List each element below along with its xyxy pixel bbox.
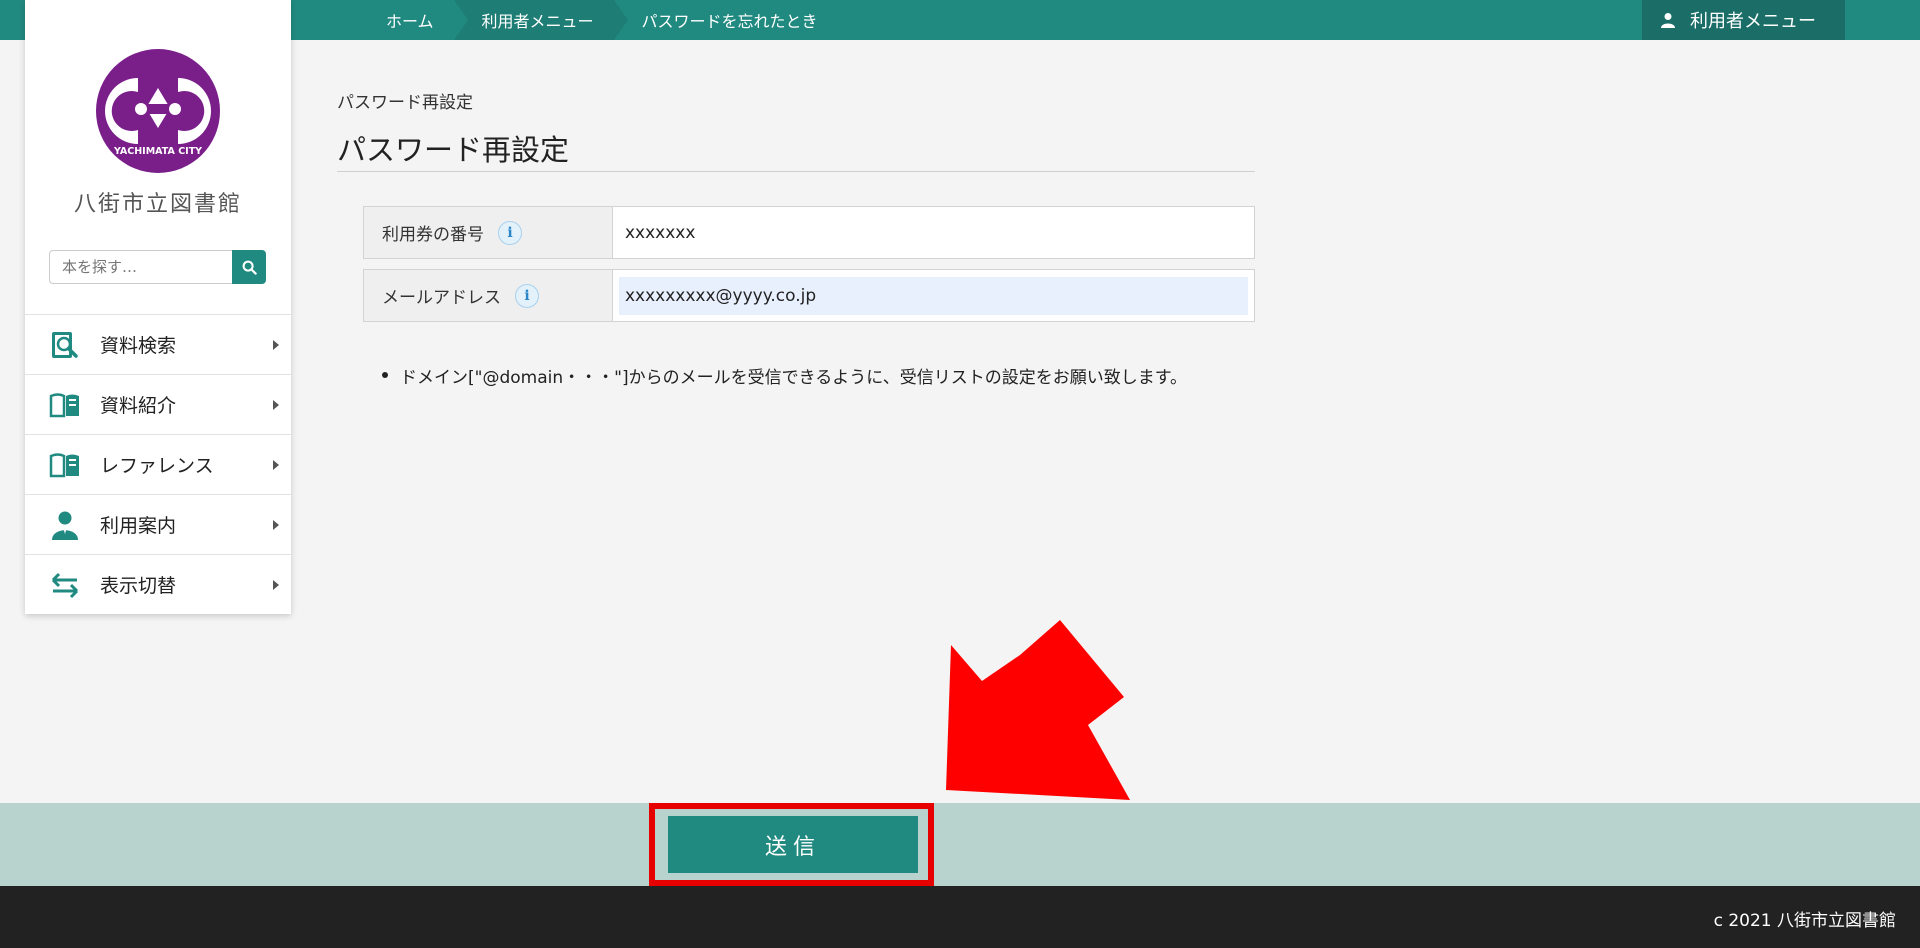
search-input[interactable] bbox=[49, 250, 232, 284]
open-book-icon bbox=[49, 393, 79, 418]
caret-right-icon bbox=[273, 579, 279, 590]
swap-arrows-icon bbox=[51, 572, 79, 599]
search-box bbox=[49, 250, 266, 284]
breadcrumb-current: パスワードを忘れたとき bbox=[641, 12, 818, 31]
library-name: 八街市立図書館 bbox=[73, 192, 242, 217]
logo-text: YACHIMATA CITY bbox=[113, 146, 202, 157]
person-icon bbox=[52, 511, 78, 540]
sidebar-item-reference[interactable]: レファレンス bbox=[25, 434, 291, 494]
sidebar-item-label: レファレンス bbox=[100, 455, 214, 477]
sidebar: YACHIMATA CITY 八街市立図書館 資料検索 bbox=[25, 0, 291, 614]
sidebar-item-material-search[interactable]: 資料検索 bbox=[25, 314, 291, 374]
title-divider bbox=[337, 171, 1255, 172]
info-icon[interactable]: i bbox=[515, 283, 539, 308]
sidebar-item-label: 利用案内 bbox=[100, 515, 177, 537]
breadcrumb-user-menu-label: 利用者メニュー bbox=[481, 12, 594, 31]
footer: c 2021 八街市立図書館 bbox=[0, 886, 1920, 948]
user-icon bbox=[1661, 13, 1675, 28]
search-icon bbox=[242, 260, 257, 275]
sidebar-item-label: 表示切替 bbox=[100, 575, 177, 597]
sidebar-item-guide[interactable]: 利用案内 bbox=[25, 494, 291, 554]
user-menu-button[interactable]: 利用者メニュー bbox=[1642, 0, 1845, 40]
breadcrumb-home[interactable]: ホーム bbox=[290, 0, 454, 40]
email-value-cell bbox=[613, 270, 1254, 321]
breadcrumb: ホーム 利用者メニュー パスワードを忘れたとき bbox=[290, 0, 838, 40]
book-search-icon bbox=[52, 332, 78, 358]
caret-right-icon bbox=[273, 399, 279, 410]
search-button[interactable] bbox=[232, 250, 266, 284]
caret-right-icon bbox=[273, 459, 279, 470]
copyright: c 2021 八街市立図書館 bbox=[1713, 911, 1896, 931]
breadcrumb-home-label: ホーム bbox=[386, 12, 434, 31]
card-number-label-text: 利用券の番号 bbox=[382, 225, 484, 245]
card-number-label: 利用券の番号 i bbox=[364, 207, 613, 258]
card-number-input[interactable] bbox=[619, 213, 1248, 252]
page-subtitle: パスワード再設定 bbox=[337, 93, 473, 113]
card-number-value-cell bbox=[613, 207, 1254, 258]
sidebar-nav: 資料検索 資料紹介 レファレンス 利用案内 表示切替 bbox=[25, 314, 291, 614]
pointer-arrow-icon bbox=[946, 620, 1130, 800]
card-number-row: 利用券の番号 i bbox=[363, 206, 1255, 259]
sidebar-item-material-intro[interactable]: 資料紹介 bbox=[25, 374, 291, 434]
domain-notice: ドメイン["@domain・・・"]からのメールを受信できるように、受信リストの… bbox=[382, 363, 1280, 388]
sidebar-item-label: 資料検索 bbox=[100, 335, 177, 357]
breadcrumb-user-menu[interactable]: 利用者メニュー bbox=[453, 0, 628, 40]
email-label: メールアドレス i bbox=[364, 270, 613, 321]
email-label-text: メールアドレス bbox=[382, 288, 501, 308]
open-book-icon bbox=[49, 453, 79, 478]
submit-button[interactable]: 送信 bbox=[668, 816, 918, 873]
email-input[interactable] bbox=[619, 276, 1248, 315]
user-menu-label: 利用者メニュー bbox=[1690, 11, 1816, 32]
sidebar-item-label: 資料紹介 bbox=[100, 395, 177, 417]
caret-right-icon bbox=[273, 519, 279, 530]
sidebar-item-display-toggle[interactable]: 表示切替 bbox=[25, 554, 291, 614]
email-row: メールアドレス i bbox=[363, 269, 1255, 322]
info-icon[interactable]: i bbox=[498, 220, 522, 245]
submit-bar bbox=[0, 803, 1920, 886]
caret-right-icon bbox=[273, 339, 279, 350]
city-logo[interactable]: YACHIMATA CITY bbox=[95, 48, 221, 174]
page-title: パスワード再設定 bbox=[337, 133, 570, 167]
